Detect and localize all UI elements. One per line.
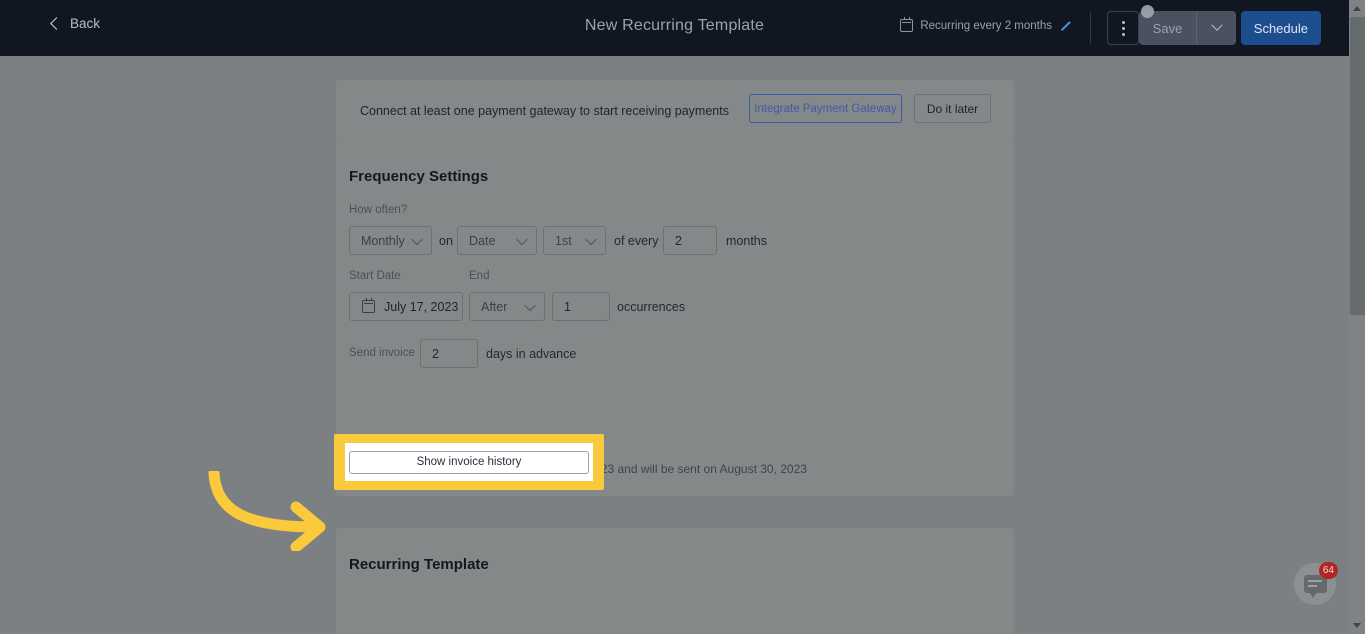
chat-unread-badge: 64 (1318, 562, 1338, 579)
on-type-select[interactable]: Date (457, 226, 537, 255)
calendar-icon (362, 297, 375, 313)
day-of-month-select[interactable]: 1st (543, 226, 606, 255)
repeat-frequency-value: Monthly (361, 233, 405, 248)
show-invoice-history-button[interactable]: Show invoice history (349, 450, 589, 474)
recurring-template-title: Recurring Template (349, 556, 489, 573)
toolbar-divider (1090, 12, 1091, 44)
chat-widget-button[interactable]: 64 (1294, 562, 1338, 605)
more-options-button[interactable] (1107, 11, 1139, 45)
end-label: End (469, 270, 490, 282)
highlight-annotation: Show invoice history (334, 434, 604, 490)
months-label: months (726, 234, 767, 248)
start-date-picker[interactable]: July 17, 2023 (349, 292, 463, 321)
chevron-down-icon (585, 233, 597, 246)
payment-gateway-banner: Connect at least one payment gateway to … (336, 80, 1014, 144)
start-date-label: Start Date (349, 270, 401, 282)
chevron-down-icon (524, 299, 536, 312)
gateway-message: Connect at least one payment gateway to … (360, 104, 729, 118)
end-type-select[interactable]: After (469, 292, 545, 321)
interval-value: 2 (675, 233, 682, 248)
app-root: Back New Recurring Template Recurring ev… (0, 0, 1365, 634)
chat-line (1307, 585, 1317, 587)
more-vertical-icon (1121, 26, 1125, 30)
triangle-down-icon (1353, 623, 1361, 628)
pointer-arrow-icon (208, 471, 326, 551)
chevron-left-icon (50, 17, 63, 30)
send-invoice-days-value: 2 (432, 346, 439, 361)
scroll-down-button[interactable] (1349, 617, 1365, 634)
of-every-label: of every (614, 234, 659, 248)
chevron-down-icon (516, 233, 528, 246)
send-invoice-days-input[interactable]: 2 (420, 339, 478, 368)
calendar-icon (900, 16, 914, 32)
vertical-scrollbar[interactable] (1349, 0, 1365, 634)
scroll-up-button[interactable] (1349, 0, 1365, 17)
recurrence-label: Recurring every 2 months (920, 19, 1052, 32)
back-button[interactable]: Back (50, 16, 101, 31)
do-it-later-button[interactable]: Do it later (914, 94, 991, 123)
interval-input[interactable]: 2 (663, 226, 717, 255)
save-button-group: Save (1139, 11, 1236, 45)
chat-line (1307, 580, 1322, 582)
scrollbar-thumb[interactable] (1350, 17, 1365, 315)
days-in-advance-label: days in advance (486, 347, 577, 361)
page-content: Connect at least one payment gateway to … (0, 56, 1349, 634)
how-often-label: How often? (349, 204, 408, 216)
day-of-month-value: 1st (555, 233, 572, 248)
integrate-payment-gateway-button[interactable]: Integrate Payment Gateway (749, 94, 902, 123)
start-date-value: July 17, 2023 (384, 299, 459, 314)
occurrences-label: occurrences (617, 300, 686, 314)
send-invoice-label: Send invoice (349, 347, 415, 359)
on-label: on (439, 234, 453, 248)
schedule-button[interactable]: Schedule (1240, 11, 1321, 45)
chevron-down-icon (411, 233, 423, 246)
more-vertical-icon (1121, 20, 1125, 24)
end-type-value: After (481, 299, 508, 314)
highlight-inner: Show invoice history (345, 443, 593, 481)
occurrences-value: 1 (564, 299, 571, 314)
cursor-indicator (1141, 5, 1154, 18)
recurrence-summary[interactable]: Recurring every 2 months (900, 16, 1072, 32)
back-label: Back (70, 16, 101, 31)
save-dropdown-button[interactable] (1196, 11, 1236, 45)
recurring-template-card: Recurring Template Account (336, 528, 1014, 634)
chevron-down-icon (1210, 19, 1223, 31)
pencil-icon[interactable] (1059, 19, 1072, 32)
on-type-value: Date (469, 233, 496, 248)
occurrences-input[interactable]: 1 (552, 292, 610, 321)
frequency-settings-title: Frequency Settings (349, 168, 489, 185)
more-vertical-icon (1121, 32, 1125, 36)
triangle-up-icon (1353, 6, 1361, 11)
repeat-frequency-select[interactable]: Monthly (349, 226, 432, 255)
